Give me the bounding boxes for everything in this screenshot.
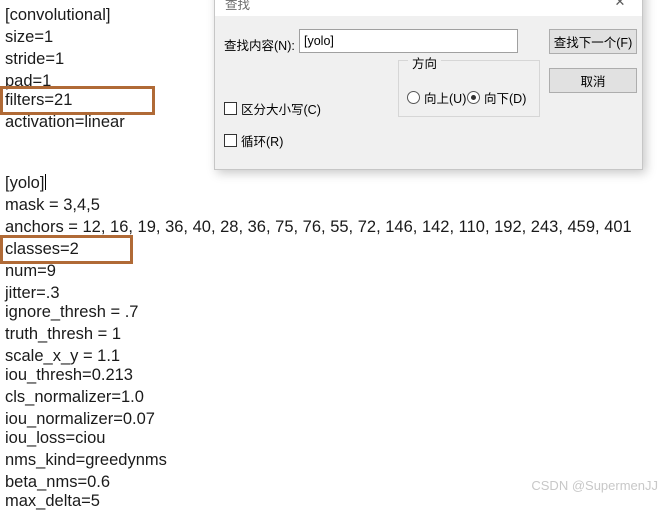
radio-direction-up[interactable]: 向上(U)	[407, 88, 466, 107]
checkbox-case-label: 区分大小写(C)	[241, 103, 321, 117]
code-line: iou_thresh=0.213	[5, 366, 133, 384]
code-line: cls_normalizer=1.0	[5, 388, 144, 406]
filters-highlight	[0, 86, 155, 115]
find-dialog: 查找 ✕ 查找内容(N): 查找下一个(F) 取消 方向 向上(U) 向下(D)…	[214, 0, 643, 170]
code-line: max_delta=5	[5, 492, 100, 510]
code-line: iou_loss=ciou	[5, 429, 106, 447]
code-line: size=1	[5, 28, 54, 46]
close-icon[interactable]: ✕	[598, 0, 642, 16]
classes-highlight	[0, 235, 133, 264]
code-line: [convolutional]	[5, 6, 111, 24]
dialog-title: 查找	[225, 0, 251, 12]
code-line: stride=1	[5, 50, 65, 68]
cancel-button[interactable]: 取消	[549, 68, 637, 93]
checkbox-wrap-around[interactable]: 循环(R)	[224, 131, 283, 150]
checkbox-match-case[interactable]: 区分大小写(C)	[224, 99, 321, 118]
code-line: truth_thresh = 1	[5, 325, 122, 343]
checkbox-wrap-label: 循环(R)	[241, 135, 284, 149]
dialog-titlebar[interactable]: 查找 ✕	[215, 0, 642, 16]
code-line: nms_kind=greedynms	[5, 451, 167, 469]
radio-up-label: 向上(U)	[424, 92, 467, 106]
code-line: mask = 3,4,5	[5, 196, 100, 214]
watermark: CSDN @SupermenJJ	[531, 478, 658, 493]
checkbox-case-icon	[224, 102, 237, 115]
code-line: [yolo]	[5, 174, 47, 192]
code-line: ignore_thresh = .7	[5, 303, 139, 321]
radio-down-icon	[467, 91, 480, 104]
radio-direction-down[interactable]: 向下(D)	[467, 88, 526, 107]
dialog-body: 查找内容(N): 查找下一个(F) 取消 方向 向上(U) 向下(D) 区分大小…	[215, 16, 642, 169]
checkbox-wrap-icon	[224, 134, 237, 147]
find-next-button[interactable]: 查找下一个(F)	[549, 29, 637, 54]
search-input[interactable]	[299, 29, 518, 53]
radio-down-label: 向下(D)	[484, 92, 527, 106]
direction-legend: 方向	[408, 53, 442, 72]
text-caret	[45, 174, 47, 190]
radio-up-icon	[407, 91, 420, 104]
find-what-label: 查找内容(N):	[224, 39, 295, 53]
